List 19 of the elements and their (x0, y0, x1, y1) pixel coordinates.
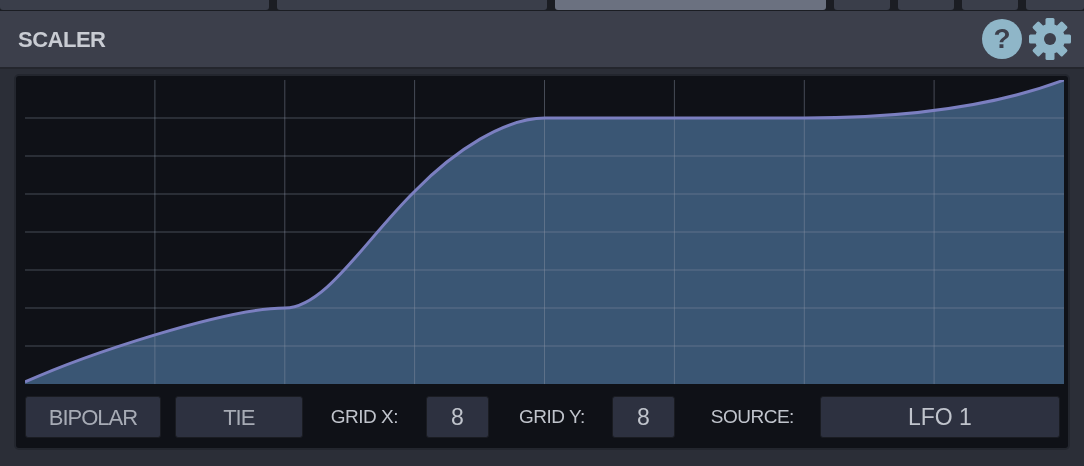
tab[interactable] (555, 0, 826, 10)
tab[interactable] (897, 0, 954, 10)
grid-y-label: GRID Y: (519, 404, 585, 429)
tab[interactable] (833, 0, 890, 10)
tab[interactable] (1026, 0, 1084, 10)
source-label: SOURCE: (710, 404, 794, 429)
curve-graph[interactable] (25, 80, 1064, 384)
grid-y-field[interactable]: 8 (611, 396, 675, 438)
settings-icon[interactable] (1028, 17, 1072, 61)
tab[interactable] (0, 0, 269, 10)
grid-x-label: GRID X: (330, 404, 398, 429)
source-dropdown[interactable]: LFO 1 (819, 396, 1060, 438)
tab[interactable] (276, 0, 548, 10)
bipolar-button[interactable]: BIPOLAR (25, 396, 161, 438)
grid-x-field[interactable]: 8 (426, 396, 489, 438)
tab[interactable] (961, 0, 1018, 10)
help-icon[interactable]: ? (982, 19, 1022, 59)
tie-button[interactable]: TIE (174, 396, 303, 438)
panel-title: SCALER (18, 25, 106, 54)
